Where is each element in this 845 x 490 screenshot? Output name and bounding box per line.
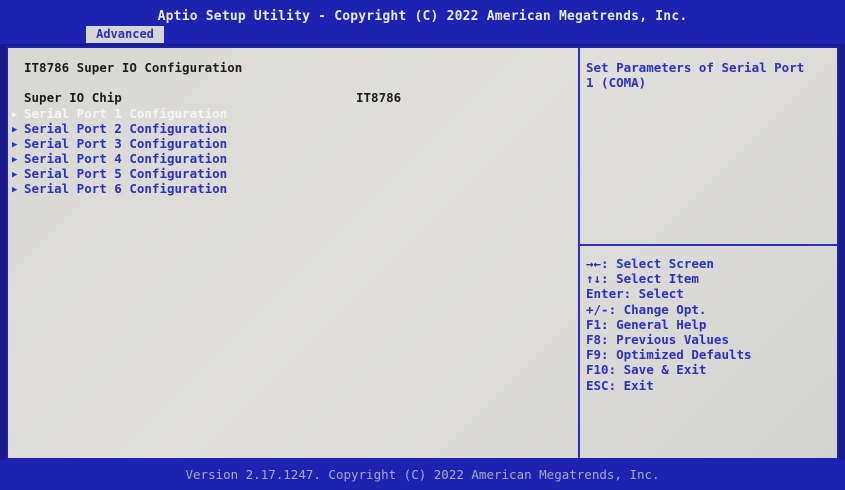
submenu-arrow-icon: ▶	[12, 110, 18, 120]
submenu-arrow-icon: ▶	[12, 170, 18, 180]
key-legend: →←: Select Screen ↑↓: Select Item Enter:…	[586, 256, 752, 393]
menu-item-serial-port-5[interactable]: ▶ Serial Port 5 Configuration	[12, 166, 227, 181]
menu-item-label: Serial Port 4 Configuration	[24, 151, 228, 166]
submenu-arrow-icon: ▶	[12, 185, 18, 195]
panel-divider	[578, 48, 580, 458]
menu-item-label: Serial Port 1 Configuration	[24, 106, 228, 121]
help-description: Set Parameters of Serial Port 1 (COMA)	[586, 60, 805, 90]
menu-item-label: Serial Port 3 Configuration	[24, 136, 228, 151]
key-hint-esc-exit: ESC: Exit	[586, 377, 654, 393]
main-panel: IT8786 Super IO Configuration Super IO C…	[6, 46, 839, 460]
key-hint-general-help: F1: General Help	[586, 316, 707, 332]
submenu-arrow-icon: ▶	[12, 155, 18, 165]
help-separator	[580, 244, 837, 246]
menu-item-label: Serial Port 2 Configuration	[24, 121, 228, 136]
app-title: Aptio Setup Utility - Copyright (C) 2022…	[157, 9, 688, 24]
key-hint-save-exit: F10: Save & Exit	[586, 362, 707, 378]
key-hint-select-item: ↑↓: Select Item	[586, 271, 699, 287]
menu-item-serial-port-1[interactable]: ▶ Serial Port 1 Configuration	[12, 106, 227, 121]
key-hint-change-opt: +/-: Change Opt.	[586, 301, 707, 317]
menu-item-label: Serial Port 5 Configuration	[24, 166, 228, 181]
version-text: Version 2.17.1247. Copyright (C) 2022 Am…	[185, 467, 660, 482]
key-hint-enter: Enter: Select	[586, 286, 684, 302]
key-hint-select-screen: →←: Select Screen	[586, 256, 714, 271]
menu-item-serial-port-3[interactable]: ▶ Serial Port 3 Configuration	[12, 136, 227, 151]
footer-bar: Version 2.17.1247. Copyright (C) 2022 Am…	[0, 460, 845, 490]
menu-item-serial-port-6[interactable]: ▶ Serial Port 6 Configuration	[12, 181, 227, 196]
super-io-chip-label: Super IO Chip	[24, 90, 122, 105]
header-bar: Aptio Setup Utility - Copyright (C) 2022…	[0, 0, 845, 44]
submenu-arrow-icon: ▶	[12, 140, 18, 150]
section-title: IT8786 Super IO Configuration	[24, 60, 243, 75]
submenu-arrow-icon: ▶	[12, 125, 18, 135]
key-hint-previous-values: F8: Previous Values	[586, 332, 729, 348]
menu-item-label: Serial Port 6 Configuration	[24, 181, 228, 196]
super-io-chip-value: IT8786	[356, 90, 402, 105]
tab-advanced[interactable]: Advanced	[86, 26, 164, 43]
key-hint-optimized-defaults: F9: Optimized Defaults	[586, 347, 752, 363]
menu-item-serial-port-4[interactable]: ▶ Serial Port 4 Configuration	[12, 151, 227, 166]
menu-item-serial-port-2[interactable]: ▶ Serial Port 2 Configuration	[12, 121, 227, 136]
